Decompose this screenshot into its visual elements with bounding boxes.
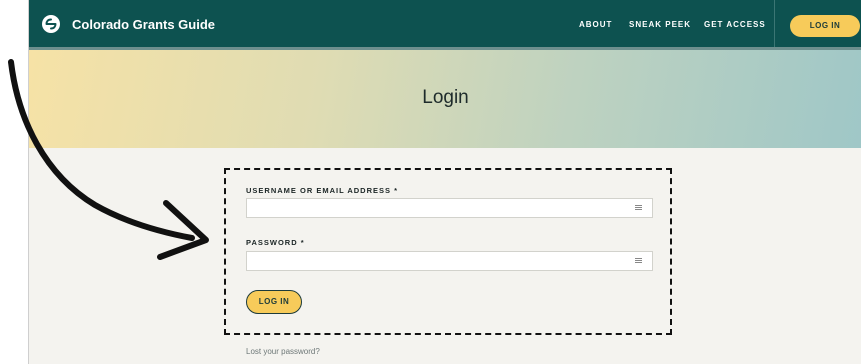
nav-link-get-access[interactable]: GET ACCESS — [704, 20, 766, 29]
nav-login-button[interactable]: LOG IN — [790, 15, 860, 37]
password-input[interactable] — [246, 251, 653, 271]
brand[interactable]: Colorado Grants Guide — [41, 14, 215, 34]
nav-link-sneak-peek[interactable]: SNEAK PEEK — [629, 20, 691, 29]
top-navbar: Colorado Grants Guide ABOUT SNEAK PEEK G… — [29, 0, 861, 50]
key-icon — [635, 258, 642, 263]
nav-divider — [774, 0, 775, 47]
password-label: PASSWORD * — [246, 238, 305, 247]
key-icon — [635, 205, 642, 210]
username-label: USERNAME OR EMAIL ADDRESS * — [246, 186, 399, 195]
website-screenshot: Colorado Grants Guide ABOUT SNEAK PEEK G… — [28, 0, 861, 364]
lost-password-link[interactable]: Lost your password? — [246, 347, 320, 356]
nav-link-about[interactable]: ABOUT — [579, 20, 612, 29]
brand-logo-icon — [42, 15, 60, 33]
brand-name: Colorado Grants Guide — [72, 16, 216, 32]
hero-banner: Login — [29, 50, 861, 148]
page-title: Login — [422, 87, 469, 108]
username-input[interactable] — [246, 198, 653, 218]
login-submit-button[interactable]: LOG IN — [246, 290, 302, 314]
